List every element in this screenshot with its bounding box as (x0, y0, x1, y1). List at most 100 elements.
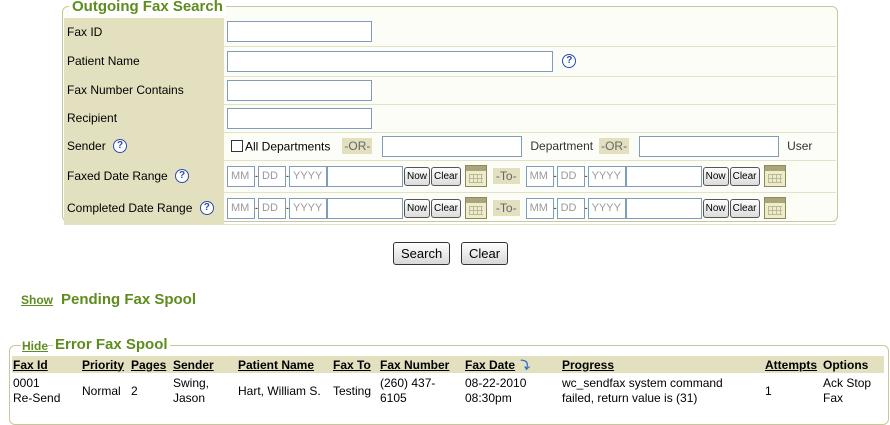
recipient-row: Recipient (64, 104, 836, 133)
recipient-input[interactable] (227, 107, 372, 129)
completed-from-year-input[interactable] (289, 197, 327, 219)
stop-link[interactable]: Stop (846, 376, 871, 390)
user-input[interactable] (639, 135, 780, 157)
faxed-to-day-input[interactable] (556, 165, 585, 187)
completed-to-label: -To- (492, 200, 520, 216)
col-progress[interactable]: Progress (561, 356, 764, 373)
sender-cell-line2: Jason (173, 391, 206, 405)
fax-id-label: Fax ID (64, 18, 224, 47)
fax-date-cell-line1: 08-22-2010 (465, 376, 527, 390)
col-options: Options (822, 356, 884, 373)
search-form-table: Fax ID Patient Name ? Fax Number Contain… (64, 18, 836, 225)
resend-link[interactable]: Re-Send (13, 391, 79, 406)
completed-to-time-input[interactable] (625, 197, 702, 219)
completed-to-calendar-icon[interactable] (763, 197, 786, 219)
error-spool-title: Error Fax Spool (53, 336, 170, 353)
clear-button[interactable]: Clear (461, 242, 509, 265)
faxed-to-year-input[interactable] (587, 165, 626, 187)
attempts-cell: 1 (765, 383, 772, 398)
faxed-date-help-icon[interactable]: ? (175, 169, 190, 184)
progress-cell-line2: failed, return value is (31) (562, 391, 698, 405)
search-button[interactable]: Search (393, 242, 451, 265)
sender-help-icon[interactable]: ? (113, 139, 128, 154)
col-sender[interactable]: Sender (172, 356, 237, 373)
patient-name-help-icon[interactable]: ? (562, 54, 577, 68)
faxed-to-label: -To- (492, 168, 520, 184)
error-spool-header-row: Fax Id Priority Pages Sender Patient Nam… (12, 356, 884, 373)
col-fax-to[interactable]: Fax To (332, 356, 379, 373)
fax-number-input[interactable] (227, 79, 372, 101)
pages-cell: 2 (131, 383, 138, 398)
faxed-from-time-input[interactable] (327, 165, 403, 187)
completed-to-month-input[interactable] (525, 197, 554, 219)
show-pending-spool-link[interactable]: Show (21, 293, 53, 307)
completed-date-help-icon[interactable]: ? (199, 201, 214, 216)
col-attempts[interactable]: Attempts (764, 356, 822, 373)
priority-cell: Normal (82, 383, 121, 398)
fax-number-cell-line2: 6105 (380, 391, 407, 405)
department-input[interactable] (382, 135, 523, 157)
pending-spool-title: Pending Fax Spool (61, 291, 197, 308)
col-pages[interactable]: Pages (130, 356, 172, 373)
patient-name-row: Patient Name ? (64, 46, 836, 77)
completed-date-row: Completed Date Range ? --NowClear-To---N… (64, 192, 836, 225)
completed-from-day-input[interactable] (258, 197, 286, 219)
fax-to-cell: Testing (333, 383, 372, 398)
all-departments-checkbox[interactable] (231, 140, 243, 152)
fax-id-input[interactable] (227, 21, 372, 43)
all-departments-label: All Departments (245, 139, 331, 153)
patient-name-label: Patient Name (64, 46, 224, 77)
completed-to-year-input[interactable] (587, 197, 626, 219)
fax-link[interactable]: Fax (823, 391, 882, 406)
sender-label: Sender (67, 138, 106, 153)
sort-descending-icon[interactable]: ⤵ (518, 360, 529, 372)
fax-number-cell-line1: (260) 437- (380, 376, 436, 390)
fax-id-cell: 0001 (13, 376, 40, 390)
faxed-date-label: Faxed Date Range (67, 168, 168, 183)
sender-or-label: -OR- (342, 138, 373, 154)
col-fax-number[interactable]: Fax Number (379, 356, 464, 373)
outgoing-fax-search-panel: Outgoing Fax Search Fax ID Patient Name … (62, 0, 838, 225)
faxed-to-calendar-icon[interactable] (763, 165, 786, 187)
patient-name-input[interactable] (227, 50, 553, 72)
patient-name-cell: Hart, William S. (238, 383, 321, 398)
faxed-from-clear-button[interactable]: Clear (431, 166, 461, 186)
completed-to-now-button[interactable]: Now (702, 198, 729, 218)
completed-to-day-input[interactable] (556, 197, 585, 219)
department-or-label: -OR- (599, 138, 630, 154)
error-spool-table: Fax Id Priority Pages Sender Patient Nam… (12, 356, 884, 406)
faxed-to-clear-button[interactable]: Clear (729, 166, 760, 186)
search-legend: Outgoing Fax Search (69, 0, 226, 15)
completed-from-month-input[interactable] (227, 197, 255, 219)
recipient-label: Recipient (64, 104, 224, 133)
completed-from-clear-button[interactable]: Clear (431, 198, 461, 218)
col-patient-name[interactable]: Patient Name (237, 356, 332, 373)
fax-id-row: Fax ID (64, 18, 836, 47)
ack-link[interactable]: Ack (823, 376, 843, 390)
faxed-date-row: Faxed Date Range ? --NowClear-To---NowCl… (64, 160, 836, 193)
table-row: 0001 Re-Send Normal 2 Swing, Jason Hart,… (12, 373, 884, 406)
completed-from-now-button[interactable]: Now (404, 198, 431, 218)
completed-from-time-input[interactable] (327, 197, 403, 219)
progress-cell-line1: wc_sendfax system command (562, 376, 723, 390)
completed-date-label: Completed Date Range (67, 200, 193, 215)
faxed-from-year-input[interactable] (289, 165, 327, 187)
department-label: Department (530, 139, 594, 153)
col-priority[interactable]: Priority (81, 356, 130, 373)
faxed-from-month-input[interactable] (227, 165, 255, 187)
sender-cell-line1: Swing, (173, 376, 210, 390)
completed-to-clear-button[interactable]: Clear (729, 198, 760, 218)
fax-number-label: Fax Number Contains (64, 76, 224, 105)
faxed-to-now-button[interactable]: Now (702, 166, 729, 186)
faxed-from-day-input[interactable] (258, 165, 286, 187)
faxed-to-month-input[interactable] (525, 165, 554, 187)
faxed-from-calendar-icon[interactable] (464, 165, 487, 187)
user-label: User (787, 139, 813, 153)
faxed-from-now-button[interactable]: Now (404, 166, 431, 186)
completed-from-calendar-icon[interactable] (464, 197, 487, 219)
hide-error-spool-link[interactable]: Hide (21, 339, 49, 353)
faxed-to-time-input[interactable] (625, 165, 702, 187)
fax-number-row: Fax Number Contains (64, 76, 836, 105)
col-fax-date[interactable]: Fax Date ⤵ (464, 356, 561, 373)
col-fax-id[interactable]: Fax Id (12, 356, 81, 373)
